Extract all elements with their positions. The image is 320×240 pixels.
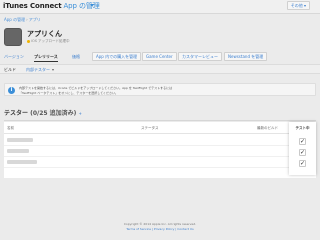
notice-text-line2: 「TestFlight ベータテスト」をオンにし、テスターを選択してください。 bbox=[19, 91, 119, 95]
testing-checkbox[interactable]: ✓ bbox=[299, 149, 306, 156]
chevron-down-icon[interactable] bbox=[90, 4, 94, 7]
column-header-latest-build[interactable]: 最新のビルド bbox=[257, 122, 278, 134]
tab-1[interactable]: プレリリース bbox=[34, 51, 58, 63]
table-row[interactable] bbox=[4, 146, 316, 157]
breadcrumb: App の管理›アプリ bbox=[4, 17, 41, 23]
tester-count: (0/25 追加済み) bbox=[30, 110, 77, 117]
app-subtitle: iOS アップロード処理中 bbox=[27, 39, 70, 44]
breadcrumb-separator: › bbox=[26, 17, 28, 22]
footer-links[interactable]: Terms of Service | Privacy Policy | Cont… bbox=[0, 227, 320, 231]
breadcrumb-item-app[interactable]: アプリ bbox=[29, 17, 41, 22]
tester-name-redacted bbox=[7, 160, 37, 164]
tab-4[interactable]: Game Center bbox=[142, 52, 177, 61]
tab-6[interactable]: Newsstand を管理 bbox=[224, 52, 268, 61]
testers-table: 名前 ステータス 最新のビルド bbox=[4, 122, 316, 178]
status-dot-icon bbox=[27, 39, 30, 43]
subtab-0[interactable]: ビルド bbox=[4, 65, 16, 74]
caret-down-icon bbox=[52, 69, 54, 71]
subtab-1[interactable]: 内部テスター bbox=[26, 65, 54, 74]
divider bbox=[4, 120, 316, 121]
table-row[interactable] bbox=[4, 135, 316, 146]
brand-title[interactable]: iTunes Connect App の管理 bbox=[3, 1, 100, 11]
notice-text-line1: 内部テストを開始するには、Xcode でビルドをアップロードしてください。App… bbox=[19, 86, 173, 90]
testing-checkbox[interactable]: ✓ bbox=[299, 160, 306, 167]
testing-column: テスト中 ✓ ✓ ✓ bbox=[289, 122, 316, 175]
footer-copyright: Copyright © 2014 Apple Inc. All rights r… bbox=[123, 222, 197, 226]
tab-5[interactable]: カスタマーレビュー bbox=[178, 52, 222, 61]
tester-name-redacted bbox=[7, 149, 29, 153]
subtab-label: ビルド bbox=[4, 67, 16, 72]
column-header-status[interactable]: ステータス bbox=[141, 122, 159, 134]
more-menu-button[interactable]: その他 ▾ bbox=[286, 1, 310, 10]
app-name: アプリくん bbox=[27, 30, 62, 38]
info-icon: i bbox=[8, 87, 15, 94]
testing-checkbox[interactable]: ✓ bbox=[299, 138, 306, 145]
table-row[interactable] bbox=[4, 157, 316, 168]
top-bar: iTunes Connect App の管理 bbox=[0, 0, 320, 14]
section-title: テスター (0/25 追加済み) + bbox=[4, 110, 82, 117]
info-notice: i 内部テストを開始するには、Xcode でビルドをアップロードしてください。A… bbox=[4, 83, 316, 96]
tester-name-redacted bbox=[7, 138, 33, 142]
app-icon bbox=[4, 28, 22, 46]
subtab-label: 内部テスター bbox=[26, 67, 50, 72]
add-tester-link[interactable]: + bbox=[79, 111, 82, 116]
app-menu-label[interactable]: App の管理 bbox=[63, 2, 99, 10]
breadcrumb-item-app-management[interactable]: App の管理 bbox=[4, 17, 25, 22]
table-header: 名前 ステータス 最新のビルド bbox=[4, 122, 316, 134]
column-header-testing: テスト中 bbox=[295, 126, 310, 130]
tab-0[interactable]: バージョン bbox=[4, 51, 24, 63]
tab-3[interactable]: App 内での購入を管理 bbox=[92, 52, 142, 61]
column-header-name[interactable]: 名前 bbox=[7, 122, 14, 134]
sub-tabs: ビルド 内部テスター bbox=[0, 64, 320, 74]
main-tabs: バージョン プレリリース 価格 App 内での購入を管理 Game Center カスタマ… bbox=[0, 51, 320, 63]
tab-2[interactable]: 価格 bbox=[72, 51, 80, 63]
